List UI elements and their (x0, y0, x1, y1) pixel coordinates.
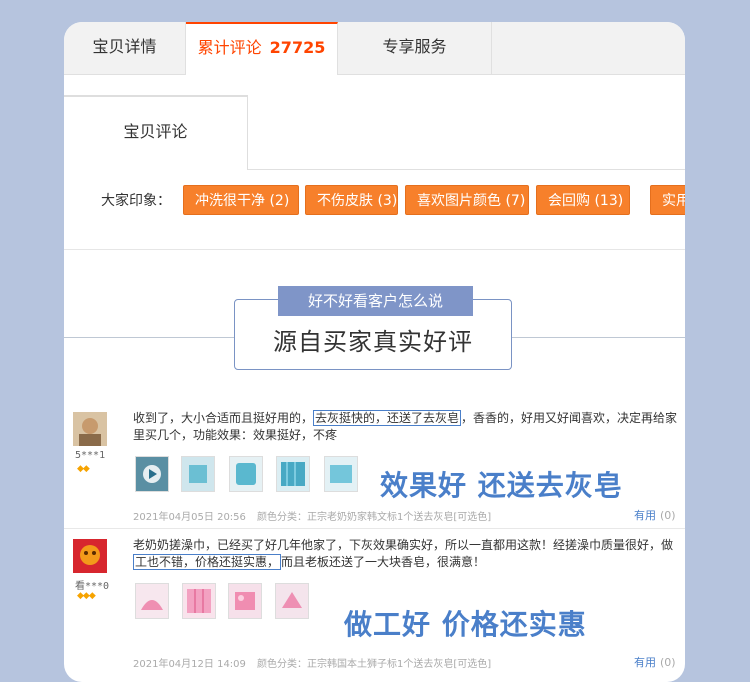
review-thumbnail[interactable] (135, 583, 169, 619)
banner-pill: 好不好看客户怎么说 (278, 286, 473, 316)
highlight-caption: 做工好 价格还实惠 (344, 608, 587, 641)
review-date: 2021年04月05日 20:56 (133, 512, 246, 523)
review-thumbnail[interactable] (228, 583, 262, 619)
review-card: 宝贝详情 累计评论 27725 专享服务 宝贝评论 大家印象： 冲洗很干净 (2)… (64, 22, 685, 682)
medal-icon: ◆◆ (77, 464, 90, 474)
review-thumbnail[interactable] (229, 456, 263, 492)
review-thumbnail[interactable] (275, 583, 309, 619)
review-item: 5***1 ◆◆ 收到了，大小合适而且挺好用的， 去灰挺快的，还送了去灰皂 ，香香的… (64, 408, 685, 528)
reviewer-name: 5***1 (75, 450, 106, 461)
impression-tag[interactable]: 不伤皮肤 (3) (305, 185, 398, 215)
review-date: 2021年04月12日 14:09 (133, 659, 246, 670)
review-separator (64, 528, 685, 529)
review-variant: 颜色分类：正宗韩国本土狮子标1个送去灰皂[可选色] (257, 659, 492, 670)
useful-label: 有用 (634, 656, 656, 669)
impression-tag[interactable]: 喜欢图片颜色 (7) (405, 185, 529, 215)
review-thumbnail[interactable] (181, 456, 215, 492)
impressions-label: 大家印象： (101, 193, 171, 209)
banner-title: 源自买家真实好评 (273, 328, 473, 356)
reviewer-name: 看***0 (75, 581, 110, 592)
subtab-reviews[interactable]: 宝贝评论 (64, 95, 248, 170)
impression-tag[interactable]: 实用 (650, 185, 685, 215)
useful-count: (0) (660, 656, 676, 669)
review-count: 27725 (269, 38, 326, 57)
review-thumbnail[interactable] (182, 583, 216, 619)
review-variant: 颜色分类：正宗老奶奶家韩文标1个送去灰皂[可选色] (257, 512, 492, 523)
useful-label: 有用 (634, 509, 656, 522)
review-thumbnail[interactable] (276, 456, 310, 492)
review-text-part: 而且老板还送了一大块香皂，很满意！ (281, 555, 486, 569)
review-text-part: 老奶奶搓澡巾，已经买了好几年他家了，下灰效果确实好，所以一直都用这款！经搓澡巾质… (133, 538, 674, 552)
highlight-caption: 效果好 还送去灰皂 (380, 469, 623, 502)
impression-tag[interactable]: 冲洗很干净 (2) (183, 185, 299, 215)
useful-button[interactable]: 有用 (0) (634, 507, 676, 523)
avatar[interactable] (73, 539, 107, 573)
review-thumbnail[interactable] (135, 456, 169, 492)
impression-tag[interactable]: 会回购 (13) (536, 185, 630, 215)
section-divider (64, 249, 685, 250)
review-text: 收到了，大小合适而且挺好用的， 去灰挺快的，还送了去灰皂 ，香香的，好用又好闻喜欢，… (133, 410, 683, 444)
review-item: 看***0 ◆◆◆ 老奶奶搓澡巾，已经买了好几年他家了，下灰效果确实好，所以一直… (64, 535, 685, 675)
useful-count: (0) (660, 509, 676, 522)
review-text: 老奶奶搓澡巾，已经买了好几年他家了，下灰效果确实好，所以一直都用这款！经搓澡巾质… (133, 537, 683, 571)
tab-reviews-label: 累计评论 (197, 38, 262, 57)
tab-service[interactable]: 专享服务 (338, 22, 492, 74)
tab-reviews[interactable]: 累计评论 27725 (186, 22, 338, 75)
medal-icon: ◆◆◆ (77, 591, 96, 601)
tab-bar: 宝贝详情 累计评论 27725 专享服务 (64, 22, 685, 75)
review-highlight: 工也不错，价格还挺实惠， (133, 554, 282, 570)
avatar[interactable] (73, 412, 107, 446)
review-text-part: 收到了，大小合适而且挺好用的， (133, 411, 314, 425)
tab-details[interactable]: 宝贝详情 (64, 22, 186, 74)
review-highlight: 去灰挺快的，还送了去灰皂 (313, 410, 462, 426)
review-thumbnail[interactable] (324, 456, 358, 492)
useful-button[interactable]: 有用 (0) (634, 654, 676, 670)
